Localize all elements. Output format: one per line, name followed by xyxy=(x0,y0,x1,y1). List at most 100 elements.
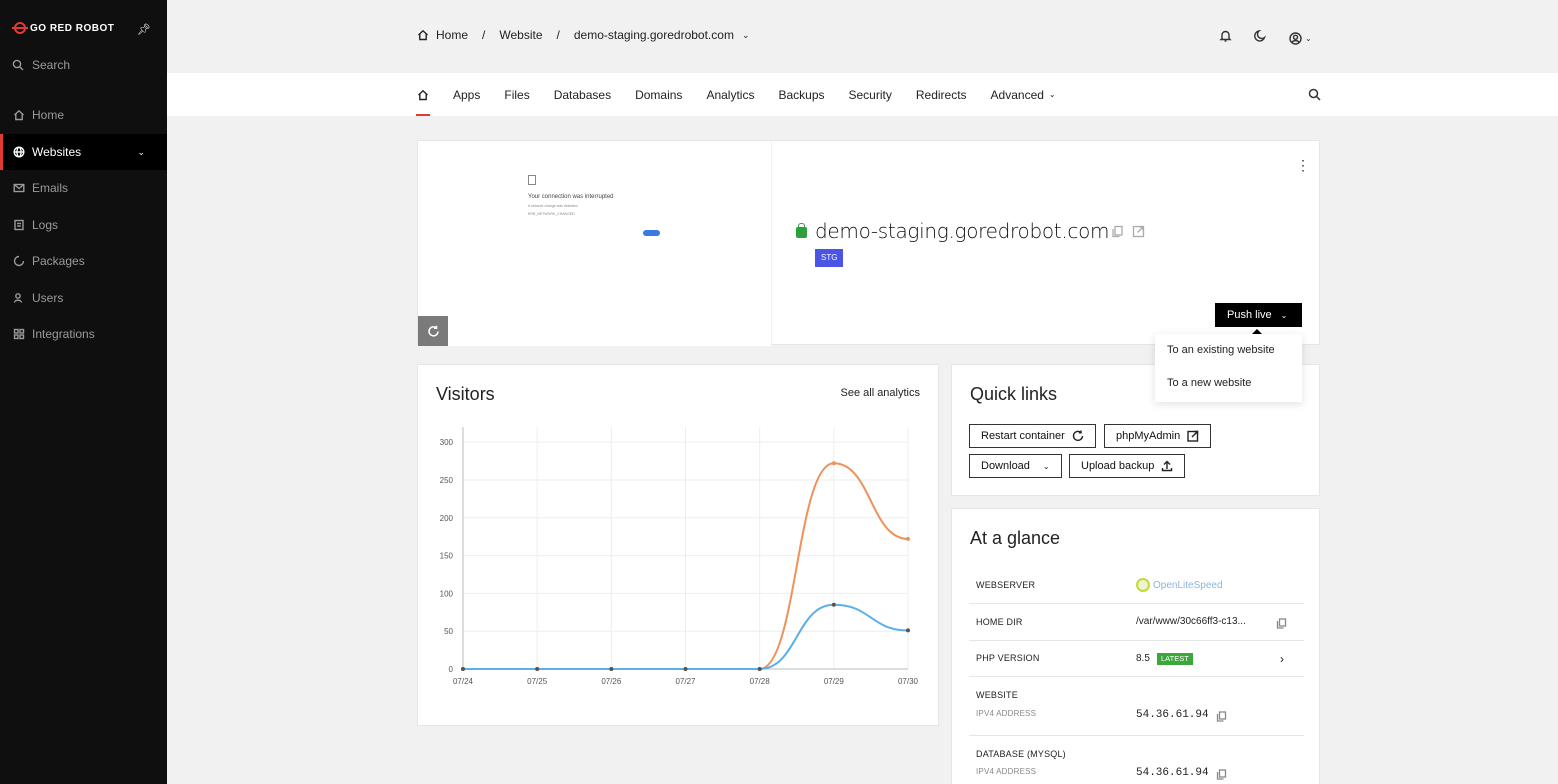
divider xyxy=(969,640,1304,641)
divider xyxy=(969,676,1304,677)
menu-item-existing-website[interactable]: To an existing website xyxy=(1167,344,1275,356)
moon-icon[interactable] xyxy=(1254,29,1267,47)
webserver-name: OpenLiteSpeed xyxy=(1153,579,1223,591)
sidebar-search[interactable]: Search xyxy=(12,58,70,72)
breadcrumb: Home / Website / demo-staging.goredrobot… xyxy=(417,28,749,42)
menu-item-new-website[interactable]: To a new website xyxy=(1167,377,1251,389)
logs-icon xyxy=(13,219,25,231)
breadcrumb-domain[interactable]: demo-staging.goredrobot.com xyxy=(574,28,734,42)
environment-badge: STG xyxy=(815,249,844,267)
refresh-icon xyxy=(427,325,439,337)
tab-backups[interactable]: Backups xyxy=(778,73,824,116)
copy-icon[interactable] xyxy=(1276,616,1287,634)
tab-home[interactable] xyxy=(416,73,430,116)
database-ip-value: 54.36.61.94 xyxy=(1136,767,1209,779)
sidebar-item-home[interactable]: Home xyxy=(0,97,167,133)
sidebar-item-logs[interactable]: Logs xyxy=(0,207,167,243)
tab-databases[interactable]: Databases xyxy=(554,73,611,116)
site-preview[interactable]: Your connection was interrupted A networ… xyxy=(418,141,772,346)
data-point xyxy=(609,667,614,671)
sidebar-item-label: Integrations xyxy=(32,327,95,341)
database-ipv4-label: IPV4 ADDRESS xyxy=(976,767,1037,776)
push-live-label: Push live xyxy=(1227,309,1272,321)
latest-badge: LATEST xyxy=(1157,653,1193,665)
webserver-label: WEBSERVER xyxy=(976,580,1036,590)
home-icon xyxy=(417,89,429,101)
preview-error-code: ERR_NETWORK_CHANGED xyxy=(528,212,575,216)
refresh-preview-button[interactable] xyxy=(418,316,448,346)
site-nav: Apps Files Databases Domains Analytics B… xyxy=(167,73,1558,116)
brand-name: GO RED ROBOT xyxy=(30,22,115,34)
tab-domains[interactable]: Domains xyxy=(635,73,682,116)
brand-logo[interactable]: GO RED ROBOT xyxy=(12,22,115,34)
home-icon xyxy=(417,29,429,41)
home-icon xyxy=(13,109,25,121)
breadcrumb-separator: / xyxy=(482,28,486,42)
chevron-right-icon[interactable]: › xyxy=(1280,652,1284,666)
copy-icon[interactable] xyxy=(1216,767,1227,784)
at-a-glance-title: At a glance xyxy=(970,528,1061,548)
sidebar-item-users[interactable]: Users xyxy=(0,280,167,316)
search-icon[interactable] xyxy=(1308,88,1321,106)
restart-container-button[interactable]: Restart container xyxy=(969,424,1096,448)
refresh-icon xyxy=(1072,430,1083,442)
more-options-icon[interactable]: ⋮ xyxy=(1296,157,1310,174)
sidebar-item-integrations[interactable]: Integrations xyxy=(0,316,167,352)
chevron-down-icon[interactable]: ⌄ xyxy=(742,30,750,41)
y-tick-label: 50 xyxy=(444,627,453,636)
tab-list: Apps Files Databases Domains Analytics B… xyxy=(416,73,1080,116)
tab-label: Apps xyxy=(453,87,481,102)
sidebar-item-packages[interactable]: Packages xyxy=(0,243,167,279)
quick-links-title: Quick links xyxy=(970,384,1058,404)
tab-label: Backups xyxy=(778,87,825,102)
breadcrumb-home[interactable]: Home xyxy=(436,28,468,42)
tab-label: Files xyxy=(504,87,530,102)
tab-redirects[interactable]: Redirects xyxy=(916,73,967,116)
copy-icon[interactable] xyxy=(1111,225,1124,243)
tab-label: Redirects xyxy=(915,87,967,102)
chevron-down-icon: ⌄ xyxy=(1042,461,1050,471)
phpmyadmin-button[interactable]: phpMyAdmin xyxy=(1104,424,1212,448)
y-tick-label: 100 xyxy=(440,589,454,598)
x-tick-label: 07/29 xyxy=(824,677,845,686)
tab-label: Analytics xyxy=(706,87,755,102)
data-point xyxy=(906,536,910,541)
sidebar-item-emails[interactable]: Emails xyxy=(0,170,167,206)
globe-icon xyxy=(13,146,25,158)
sidebar-item-label: Emails xyxy=(32,181,69,195)
website-ip-value: 54.36.61.94 xyxy=(1136,709,1209,721)
grid-icon xyxy=(13,328,25,340)
preview-button xyxy=(643,230,660,236)
chevron-down-icon: ⌄ xyxy=(137,146,145,157)
document-icon xyxy=(528,175,536,185)
chevron-down-icon: ⌄ xyxy=(1048,90,1056,99)
data-point xyxy=(683,667,688,671)
visitors-card: Visitors See all analytics 0 50 100 150 200 2… xyxy=(417,364,939,726)
copy-icon[interactable] xyxy=(1216,709,1227,727)
tab-advanced[interactable]: Advanced ⌄ xyxy=(991,73,1056,116)
tab-apps[interactable]: Apps xyxy=(453,73,480,116)
tab-files[interactable]: Files xyxy=(504,73,529,116)
account-menu[interactable]: ⌄ xyxy=(1289,31,1312,45)
breadcrumb-website[interactable]: Website xyxy=(499,28,542,42)
upload-backup-button[interactable]: Upload backup xyxy=(1069,454,1186,478)
sidebar-item-label: Users xyxy=(32,291,64,305)
search-icon xyxy=(12,59,24,71)
user-icon xyxy=(13,292,25,304)
database-label: DATABASE (MYSQL) xyxy=(976,749,1066,759)
webserver-value: OpenLiteSpeed xyxy=(1136,578,1223,592)
push-live-button[interactable]: Push live ⌄ xyxy=(1215,303,1302,327)
sidebar-item-websites[interactable]: Websites ⌄ xyxy=(0,134,167,170)
at-a-glance-card: At a glance WEBSERVER OpenLiteSpeed HOME… xyxy=(951,508,1320,784)
button-label: phpMyAdmin xyxy=(1116,430,1181,442)
tab-security[interactable]: Security xyxy=(849,73,892,116)
external-link-icon[interactable] xyxy=(1132,225,1145,243)
x-tick-label: 07/27 xyxy=(675,677,696,686)
tab-analytics[interactable]: Analytics xyxy=(706,73,754,116)
chevron-down-icon: ⌄ xyxy=(1280,310,1288,320)
bell-icon[interactable] xyxy=(1219,29,1232,47)
pin-icon[interactable]: 📌︎ xyxy=(137,23,151,36)
download-button[interactable]: Download ⌄ xyxy=(969,454,1062,478)
php-version-value: 8.5 xyxy=(1136,653,1150,664)
sidebar-item-label: Websites xyxy=(32,145,82,159)
